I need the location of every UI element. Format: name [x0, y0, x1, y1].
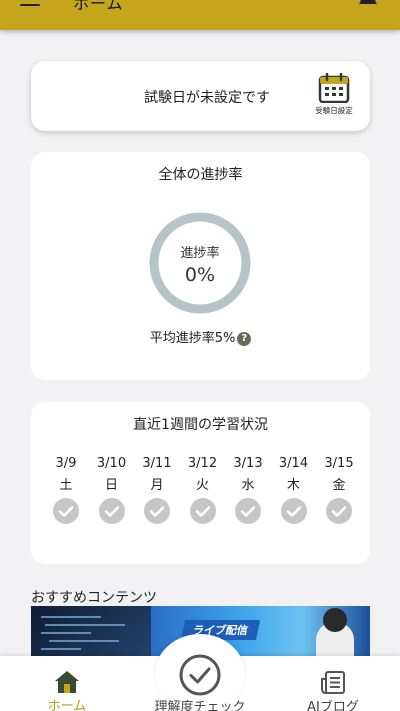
exam-date-card: 試験日が未設定です 受験日設定: [31, 61, 370, 131]
progress-ring: [149, 212, 251, 314]
day-item: 3/14 木: [274, 456, 314, 524]
day-weekday: 金: [332, 478, 346, 493]
page-title: ホーム: [73, 0, 124, 13]
day-weekday: 日: [104, 478, 118, 493]
overall-progress-card: 全体の進捗率 進捗率 0% 平均進捗率5%?: [31, 152, 370, 380]
check-circle-icon: [144, 498, 170, 524]
weekly-study-title: 直近1週間の学習状況: [133, 417, 268, 433]
day-date: 3/14: [278, 456, 309, 471]
hamburger-menu-icon[interactable]: [20, 0, 40, 7]
tab-home-label: ホーム: [47, 699, 87, 711]
check-circle-icon: [179, 654, 221, 696]
day-item: 3/9 土: [46, 456, 86, 524]
day-weekday: 木: [286, 478, 300, 493]
day-item: 3/13 水: [228, 456, 268, 524]
check-circle-icon: [189, 498, 216, 524]
week-days: 3/9 土 3/10 日 3/11 月 3/12 火 3/13 水 3/14 木: [46, 456, 366, 536]
day-weekday: 月: [150, 478, 164, 493]
calendar-icon: [318, 73, 350, 103]
calendar-label: 受験日設定: [315, 106, 353, 115]
day-date: 3/11: [142, 456, 172, 471]
tab-home[interactable]: ホーム: [40, 656, 94, 711]
check-circle-icon: [53, 498, 79, 524]
tab-comprehension-check[interactable]: 理解度チェック: [145, 654, 255, 711]
day-date: 3/12: [187, 456, 218, 471]
day-item: 3/12 火: [183, 456, 223, 524]
document-icon: [321, 671, 345, 695]
bell-icon[interactable]: [358, 0, 378, 10]
check-circle-icon: [326, 498, 352, 524]
progress-ring-label: 進捗率: [180, 246, 220, 261]
progress-title: 全体の進捗率: [158, 167, 243, 183]
average-progress-text: 平均進捗率5%: [149, 331, 236, 346]
weekly-study-card: 直近1週間の学習状況 3/9 土 3/10 日 3/11 月 3/12 火 3/…: [31, 402, 370, 564]
average-progress-row: 平均進捗率5%?: [31, 327, 370, 346]
check-circle-icon: [235, 498, 261, 524]
help-icon[interactable]: ?: [237, 332, 252, 346]
day-weekday: 土: [59, 478, 73, 493]
recommended-content-title: おすすめコンテンツ: [31, 590, 157, 606]
day-date: 3/9: [55, 456, 77, 471]
day-item: 3/15 金: [319, 456, 359, 524]
tab-comprehension-check-label: 理解度チェック: [154, 700, 246, 711]
day-item: 3/11 月: [137, 456, 177, 524]
day-date: 3/15: [324, 456, 354, 471]
exam-date-setting-button[interactable]: 受験日設定: [312, 73, 356, 119]
progress-value: 0%: [184, 264, 216, 286]
tab-ai-blog-label: AIブログ: [307, 700, 359, 711]
day-weekday: 水: [241, 478, 255, 493]
home-icon: [55, 671, 79, 693]
day-item: 3/10 日: [92, 456, 132, 524]
day-weekday: 火: [195, 478, 209, 493]
check-circle-icon: [98, 498, 125, 524]
day-date: 3/13: [233, 456, 263, 471]
app-header: ホーム: [0, 0, 400, 30]
tab-ai-blog[interactable]: AIブログ: [300, 656, 366, 711]
check-circle-icon: [280, 498, 307, 524]
day-date: 3/10: [96, 456, 127, 471]
